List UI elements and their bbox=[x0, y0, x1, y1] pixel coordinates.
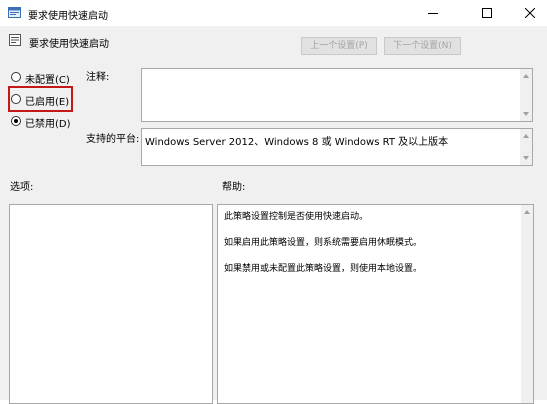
window-title: 要求使用快速启动 bbox=[28, 11, 108, 22]
help-label: 帮助: bbox=[222, 182, 246, 193]
help-text-line: 如果禁用或未配置此策略设置，则使用本地设置。 bbox=[224, 264, 423, 274]
scroll-down-icon[interactable] bbox=[523, 112, 529, 116]
scroll-up-icon[interactable] bbox=[524, 210, 530, 214]
supported-platforms-box: Windows Server 2012、Windows 8 或 Windows … bbox=[141, 128, 533, 166]
help-text-line: 如果启用此策略设置，则系统需要启用休眠模式。 bbox=[224, 238, 423, 248]
radio-circle[interactable] bbox=[11, 72, 21, 82]
supported-label: 支持的平台: bbox=[86, 134, 140, 145]
close-button[interactable] bbox=[513, 0, 547, 26]
comment-scrollbar[interactable] bbox=[520, 69, 532, 121]
policy-icon bbox=[8, 7, 21, 18]
policy-name: 要求使用快速启动 bbox=[29, 39, 109, 50]
radio-label: 已禁用(D) bbox=[25, 119, 71, 130]
scroll-up-icon[interactable] bbox=[523, 134, 529, 138]
setting-icon bbox=[9, 34, 21, 46]
radio-label: 未配置(C) bbox=[25, 75, 70, 86]
help-scrollbar[interactable] bbox=[521, 205, 533, 403]
comment-textarea[interactable] bbox=[141, 68, 533, 122]
options-label: 选项: bbox=[10, 182, 34, 193]
supported-scrollbar[interactable] bbox=[520, 129, 532, 165]
highlight-annotation bbox=[8, 86, 73, 112]
supported-platforms-value: Windows Server 2012、Windows 8 或 Windows … bbox=[145, 137, 449, 148]
policy-setting-window: 要求使用快速启动 要求使用快速启动 上一个设置(P) 下一个设置(N) 未配置(… bbox=[0, 0, 547, 404]
previous-setting-button[interactable]: 上一个设置(P) bbox=[301, 37, 377, 55]
close-icon bbox=[525, 8, 535, 18]
scroll-up-icon[interactable] bbox=[523, 74, 529, 78]
maximize-icon bbox=[482, 8, 492, 18]
policy-header: 要求使用快速启动 上一个设置(P) 下一个设置(N) bbox=[0, 26, 547, 62]
minimize-button[interactable] bbox=[416, 0, 450, 26]
options-pane bbox=[9, 204, 213, 404]
help-text-line: 此策略设置控制是否使用快速启动。 bbox=[224, 212, 369, 222]
help-pane: 此策略设置控制是否使用快速启动。 如果启用此策略设置，则系统需要启用休眠模式。 … bbox=[217, 204, 534, 404]
radio-circle-selected[interactable] bbox=[11, 116, 21, 126]
maximize-button[interactable] bbox=[470, 0, 504, 26]
comment-label: 注释: bbox=[86, 72, 110, 83]
scroll-down-icon[interactable] bbox=[523, 156, 529, 160]
minimize-icon bbox=[428, 13, 438, 14]
next-setting-button[interactable]: 下一个设置(N) bbox=[384, 37, 461, 55]
title-bar: 要求使用快速启动 bbox=[0, 0, 547, 26]
